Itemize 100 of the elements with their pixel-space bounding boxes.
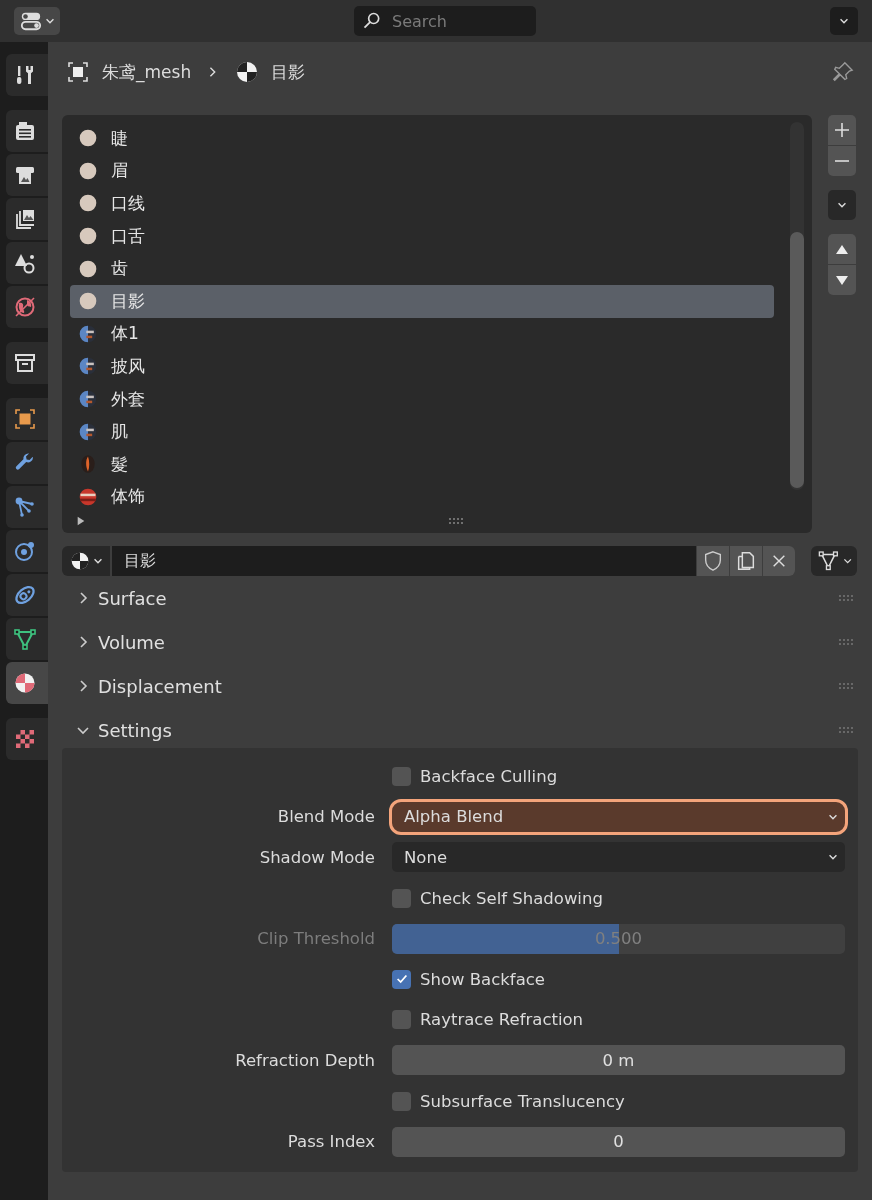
drag-grip-icon [838,726,854,734]
minus-icon [834,160,850,162]
move-up-button[interactable] [828,234,856,264]
properties-tab[interactable] [6,398,48,440]
expand-triangle-icon [76,515,86,527]
resize-grip-icon [448,517,464,525]
properties-tab[interactable] [6,486,48,528]
duplicate-button[interactable] [730,546,762,576]
globe-icon [13,295,37,319]
triangle-mesh-icon [817,549,840,573]
material-slot-item[interactable]: 齿 [70,252,774,285]
material-slot-item[interactable]: 口线 [70,187,774,220]
material-sphere-icon [13,671,37,695]
link-ring-icon [13,583,37,607]
panel-header[interactable]: Surface [62,576,858,620]
editor-type-button[interactable] [14,7,60,35]
properties-tab[interactable] [6,342,48,384]
properties-tab[interactable] [6,198,48,240]
breadcrumb-item[interactable]: 朱鸢_mesh [102,60,192,84]
material-preview-icon [78,486,98,507]
images-icon [13,207,37,231]
properties-tab[interactable] [6,618,48,660]
material-preview-icon [78,454,98,475]
material-slot-item[interactable]: 体1 [70,317,774,351]
properties-tab[interactable] [6,718,48,760]
properties-tab[interactable] [6,54,48,96]
material-slot-item[interactable]: 披风 [70,350,774,383]
move-down-button[interactable] [828,265,856,295]
material-slot-item[interactable]: 口舌 [70,219,774,253]
material-preview-icon [78,226,98,247]
box-icon [13,351,37,375]
shield-icon [702,550,724,572]
panel-header[interactable]: Displacement [62,664,858,708]
copy-icon [735,550,757,572]
material-slot-item[interactable]: 目影 [70,284,774,318]
triangle-mesh-icon [13,627,37,651]
properties-tab[interactable] [6,662,48,704]
number-field[interactable]: 0 [392,1126,845,1157]
orbit-icon [13,539,37,563]
properties-tab[interactable] [6,574,48,616]
unlink-button[interactable] [763,546,795,576]
dropdown[interactable]: Alpha Blend [389,798,848,835]
field-label: Refraction Depth [234,1050,375,1070]
checkbox[interactable]: Raytrace Refraction [392,1010,584,1030]
properties-tab[interactable] [6,154,48,196]
material-name-field[interactable]: 目影 [112,546,696,576]
breadcrumb-item[interactable]: 目影 [271,60,306,84]
material-slot-item[interactable]: 体饰 [70,480,774,514]
add-button[interactable] [828,115,856,145]
material-preview-icon [78,193,98,214]
field-label: Clip Threshold [256,929,375,949]
material-slot-item[interactable]: 髮 [70,447,774,481]
panel-header[interactable]: Volume [62,620,858,664]
field-label: Blend Mode [276,807,375,827]
fake-user-button[interactable] [697,546,729,576]
remove-button[interactable] [828,146,856,176]
material-slot-item[interactable]: 肌 [70,415,774,448]
material-sphere-icon [235,60,260,84]
nodes-icon [13,495,37,519]
material-preview-icon [78,323,98,344]
material-preview-icon [78,128,98,149]
checkbox[interactable]: Subsurface Translucency [392,1091,625,1111]
properties-tab[interactable] [6,242,48,284]
pin-icon [832,61,854,83]
square-icon [13,407,37,431]
number-field[interactable]: 0 m [392,1045,845,1076]
checkerboard-icon [13,727,37,751]
drag-grip-icon [838,682,854,690]
camera-icon [13,119,37,143]
material-preview-icon [78,291,98,312]
material-preview-icon [78,421,98,442]
search-field[interactable]: Search [354,6,536,36]
properties-tab[interactable] [6,110,48,152]
browse-material-button[interactable] [62,546,110,576]
search-icon [362,11,382,31]
drag-grip-icon [838,594,854,602]
material-preview-icon [78,389,98,410]
toggle-icon [20,10,42,32]
close-icon [771,553,787,569]
scrollbar[interactable] [790,122,804,490]
material-preview-icon [78,258,98,279]
material-preview-icon [78,160,98,181]
material-preview-icon [78,356,98,377]
drag-grip-icon [838,638,854,646]
properties-tab[interactable] [6,442,48,484]
properties-tab[interactable] [6,530,48,572]
panel-header[interactable]: Settings [62,708,858,752]
square-icon [66,60,90,84]
triangle-down-icon [835,273,849,287]
checkbox[interactable]: Backface Culling [392,766,558,786]
checkbox[interactable]: Show Backface [392,969,545,989]
material-slot-item[interactable]: 眉 [70,154,774,188]
material-slot-item[interactable]: 睫 [70,122,774,155]
dropdown[interactable]: None [392,842,845,873]
properties-tab[interactable] [6,286,48,328]
material-sphere-icon [70,551,90,571]
material-slot-item[interactable]: 外套 [70,382,774,416]
checkbox[interactable]: Check Self Shadowing [392,888,603,908]
plus-icon [834,122,850,138]
node-tree-dropdown[interactable] [811,546,857,576]
